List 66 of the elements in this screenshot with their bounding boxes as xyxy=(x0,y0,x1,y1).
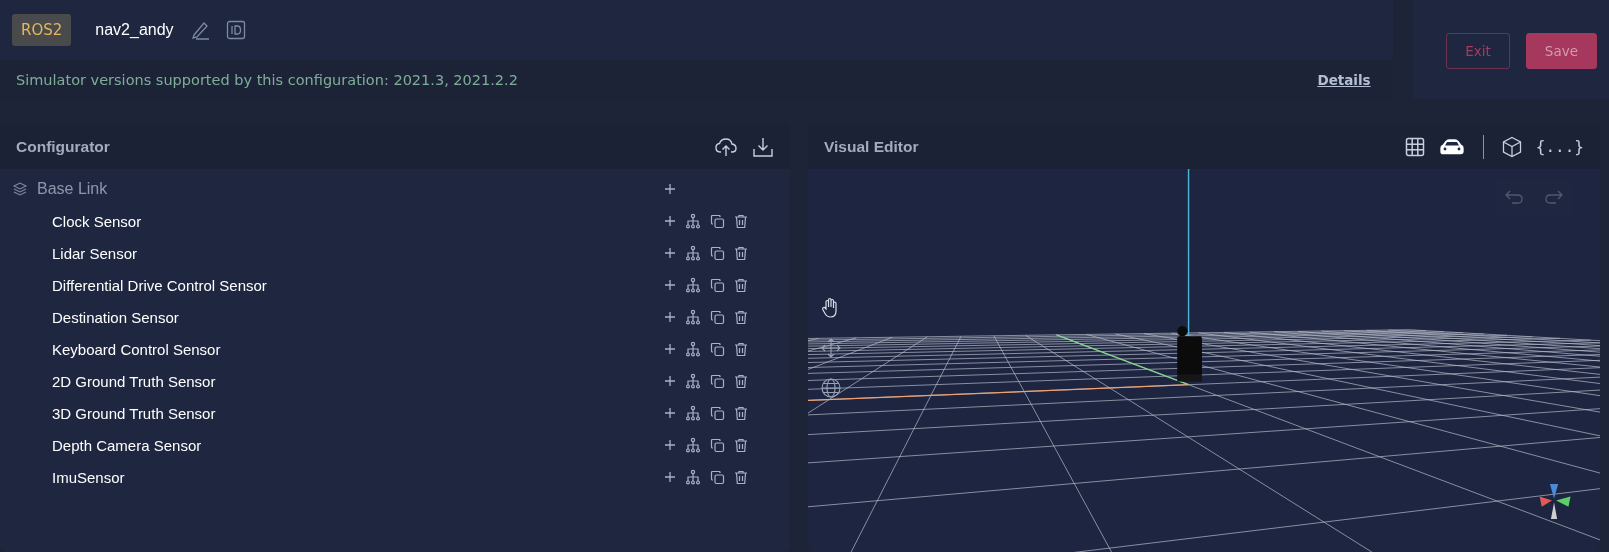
add-icon[interactable] xyxy=(664,439,676,451)
copy-icon[interactable] xyxy=(710,437,725,453)
trash-icon[interactable] xyxy=(734,437,748,453)
json-icon[interactable]: {...} xyxy=(1535,137,1584,156)
trash-icon[interactable] xyxy=(734,373,748,389)
add-icon[interactable] xyxy=(664,247,676,259)
add-icon[interactable] xyxy=(664,343,676,355)
hierarchy-icon[interactable] xyxy=(685,245,701,261)
tree-item[interactable]: 3D Ground Truth Sensor xyxy=(52,404,216,422)
layers-icon xyxy=(12,181,28,197)
details-link[interactable]: Details xyxy=(1317,71,1371,88)
hierarchy-icon[interactable] xyxy=(685,373,701,389)
platform-tag: ROS2 xyxy=(12,14,72,46)
tree-item[interactable]: Depth Camera Sensor xyxy=(52,436,202,454)
trash-icon[interactable] xyxy=(734,469,748,485)
globe-icon[interactable] xyxy=(820,377,842,399)
trash-icon[interactable] xyxy=(734,213,748,229)
tree-item[interactable]: Destination Sensor xyxy=(52,308,179,326)
download-icon[interactable] xyxy=(752,135,774,158)
axes-gizmo-icon xyxy=(1539,484,1571,520)
panel-title: Configurator xyxy=(16,137,110,156)
hand-icon[interactable] xyxy=(820,297,840,319)
trash-icon[interactable] xyxy=(734,405,748,421)
copy-icon[interactable] xyxy=(710,405,725,421)
tree-item[interactable]: Base Link xyxy=(37,180,108,198)
copy-icon[interactable] xyxy=(710,309,725,325)
hierarchy-icon[interactable] xyxy=(685,437,701,453)
tree-item[interactable]: Keyboard Control Sensor xyxy=(52,340,221,358)
cube-icon[interactable] xyxy=(1501,135,1522,158)
tree-item[interactable]: Clock Sensor xyxy=(52,212,142,230)
add-icon[interactable] xyxy=(664,311,676,323)
tree-item[interactable]: Differential Drive Control Sensor xyxy=(52,276,267,294)
add-icon[interactable] xyxy=(664,215,676,227)
copy-icon[interactable] xyxy=(710,373,725,389)
robot-drawing xyxy=(1177,326,1202,382)
add-icon[interactable] xyxy=(664,183,676,195)
tree-item[interactable]: ImuSensor xyxy=(52,468,125,486)
hierarchy-icon[interactable] xyxy=(685,213,701,229)
add-icon[interactable] xyxy=(664,375,676,387)
trash-icon[interactable] xyxy=(734,341,748,357)
hierarchy-icon[interactable] xyxy=(685,309,701,325)
hierarchy-icon[interactable] xyxy=(685,469,701,485)
car-icon[interactable] xyxy=(1438,137,1465,156)
copy-icon[interactable] xyxy=(710,245,725,261)
trash-icon[interactable] xyxy=(734,309,748,325)
upload-icon[interactable] xyxy=(714,135,738,158)
id-icon[interactable] xyxy=(225,20,246,40)
tree-item[interactable]: 2D Ground Truth Sensor xyxy=(52,372,216,390)
add-icon[interactable] xyxy=(664,471,676,483)
trash-icon[interactable] xyxy=(734,277,748,293)
add-icon[interactable] xyxy=(664,407,676,419)
panel-title: Visual Editor xyxy=(824,137,919,156)
copy-icon[interactable] xyxy=(710,469,725,485)
move-icon[interactable] xyxy=(820,337,842,359)
tree-item[interactable]: Lidar Sensor xyxy=(52,244,138,262)
copy-icon[interactable] xyxy=(710,213,725,229)
hierarchy-icon[interactable] xyxy=(685,341,701,357)
trash-icon[interactable] xyxy=(734,245,748,261)
version-notice: Simulator versions supported by this configuration: 2021.3, 2021.2.2 xyxy=(16,71,518,88)
hierarchy-icon[interactable] xyxy=(685,277,701,293)
grid-icon[interactable] xyxy=(1404,136,1425,157)
hierarchy-icon[interactable] xyxy=(685,405,701,421)
add-icon[interactable] xyxy=(664,279,676,291)
configuration-name: nav2_andy xyxy=(95,21,174,39)
copy-icon[interactable] xyxy=(710,341,725,357)
copy-icon[interactable] xyxy=(710,277,725,293)
